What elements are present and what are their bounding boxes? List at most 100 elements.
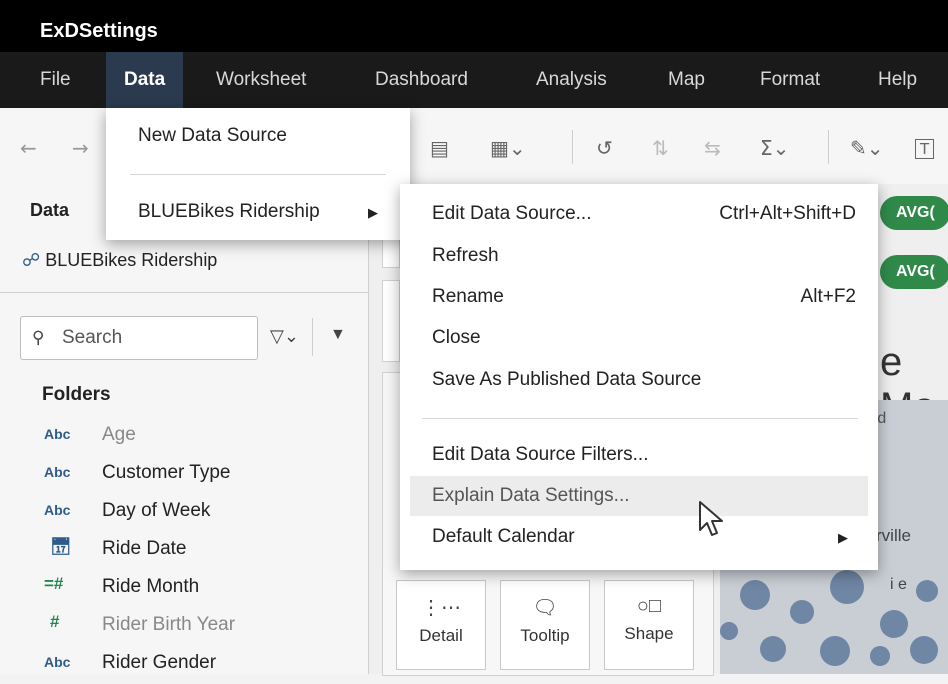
map-label: i e: [890, 576, 907, 593]
chevron-right-icon: ▶: [838, 530, 848, 545]
datasource-label: BLUEBikes Ridership: [45, 250, 218, 270]
folders-heading: Folders: [42, 384, 111, 405]
field-item[interactable]: Abc Customer Type: [0, 458, 368, 494]
shape-icon: ○□: [636, 595, 662, 617]
menu-item-label: Refresh: [432, 245, 499, 266]
tooltip-button[interactable]: 🗨︎ Tooltip: [500, 580, 590, 670]
menu-data[interactable]: Data: [106, 52, 184, 108]
menu-separator: [130, 174, 386, 175]
toolbar-divider: [572, 130, 573, 164]
string-type-icon: Abc: [44, 464, 71, 480]
calculated-number-icon: =#: [44, 574, 64, 593]
detail-label: Detail: [419, 626, 463, 645]
data-tab[interactable]: Data: [30, 200, 69, 221]
columns-pill[interactable]: AVG(: [880, 196, 948, 230]
field-name: Rider Gender: [102, 652, 217, 673]
field-name: Ride Date: [102, 538, 187, 559]
search-icon: ⚲: [32, 328, 45, 347]
filters-shelf: [382, 280, 400, 362]
new-worksheet-icon[interactable]: ▤: [430, 136, 449, 160]
default-calendar-item[interactable]: Default Calendar ▶: [400, 517, 878, 557]
text-label-icon[interactable]: T: [915, 139, 935, 159]
data-menu: New Data Source BLUEBikes Ridership ▶: [106, 108, 410, 240]
datasource-submenu: Edit Data Source... Ctrl+Alt+Shift+D Ref…: [400, 184, 878, 570]
menu-file[interactable]: File: [30, 52, 81, 108]
search-input[interactable]: [20, 316, 258, 360]
divider: [312, 318, 313, 356]
menu-analysis[interactable]: Analysis: [526, 52, 617, 108]
map-mark: [790, 600, 814, 624]
menu-separator: [422, 418, 858, 419]
calendar-icon: 📅︎: [50, 537, 72, 556]
map-mark: [870, 646, 890, 666]
menu-help[interactable]: Help: [868, 52, 927, 108]
search-placeholder: Search: [62, 327, 123, 348]
detail-icon: ⋮⋯: [421, 597, 461, 619]
shape-button[interactable]: ○□ Shape: [604, 580, 694, 670]
datasource-item[interactable]: ☍ BLUEBikes Ridership: [22, 250, 217, 271]
map-label: rville: [876, 526, 911, 545]
refresh-item[interactable]: Refresh: [400, 236, 878, 276]
menu-dashboard[interactable]: Dashboard: [365, 52, 478, 108]
datasource-icon: ☍: [22, 250, 41, 270]
string-type-icon: Abc: [44, 502, 71, 518]
totals-icon[interactable]: Σ⌄: [760, 136, 789, 160]
map-mark: [820, 636, 850, 666]
arrow-left-icon[interactable]: ←: [20, 136, 37, 160]
detail-button[interactable]: ⋮⋯ Detail: [396, 580, 486, 670]
divider: [0, 292, 368, 293]
field-item[interactable]: Abc Age: [0, 420, 368, 456]
map-mark: [720, 622, 738, 640]
tooltip-icon: 🗨︎: [532, 597, 558, 619]
menu-item-label: Default Calendar: [432, 526, 575, 547]
rename-item[interactable]: Rename Alt+F2: [400, 277, 878, 317]
menu-item-label: Edit Data Source Filters...: [432, 444, 649, 465]
field-item[interactable]: Abc Rider Gender: [0, 648, 368, 684]
string-type-icon: Abc: [44, 426, 71, 442]
menu-item-label: Close: [432, 327, 481, 348]
filter-icon[interactable]: ▽⌄: [270, 326, 299, 347]
field-name: Day of Week: [102, 500, 211, 521]
field-name: Rider Birth Year: [102, 614, 236, 635]
tooltip-label: Tooltip: [520, 626, 570, 645]
menu-worksheet[interactable]: Worksheet: [206, 52, 316, 108]
shortcut-label: Alt+F2: [800, 286, 856, 307]
app-title: ExDSettings: [40, 20, 158, 42]
highlight-icon[interactable]: ✎⌄: [850, 136, 884, 160]
bluebikes-ridership-item[interactable]: BLUEBikes Ridership ▶: [106, 192, 410, 232]
mouse-cursor-icon: [699, 501, 723, 536]
field-name: Age: [102, 424, 136, 445]
menu-item-label: Edit Data Source...: [432, 203, 592, 224]
swap-icon[interactable]: ↺: [596, 136, 613, 160]
shape-label: Shape: [624, 624, 674, 643]
shortcut-label: Ctrl+Alt+Shift+D: [719, 203, 856, 224]
new-data-source-item[interactable]: New Data Source: [106, 116, 410, 156]
close-item[interactable]: Close: [400, 318, 878, 358]
menu-map[interactable]: Map: [658, 52, 715, 108]
menu-format[interactable]: Format: [750, 52, 830, 108]
field-item[interactable]: =# Ride Month: [0, 572, 368, 608]
map-mark: [760, 636, 786, 662]
field-item[interactable]: 📅︎ Ride Date: [0, 534, 368, 570]
arrow-right-icon[interactable]: →: [72, 136, 89, 160]
sort-ascending-icon[interactable]: ⇅: [652, 136, 669, 160]
map-mark: [740, 580, 770, 610]
chevron-right-icon: ▶: [368, 205, 378, 220]
toolbar-divider: [828, 130, 829, 164]
edit-data-source-filters-item[interactable]: Edit Data Source Filters...: [400, 435, 878, 475]
number-type-icon: #: [50, 612, 60, 631]
menu-item-label: Explain Data Settings...: [432, 485, 630, 506]
save-as-published-item[interactable]: Save As Published Data Source: [400, 360, 878, 400]
map-mark: [830, 570, 864, 604]
edit-data-source-item[interactable]: Edit Data Source... Ctrl+Alt+Shift+D: [400, 194, 878, 234]
clear-sheet-icon[interactable]: ▦⌄: [490, 136, 526, 160]
map-mark: [880, 610, 908, 638]
field-item[interactable]: Abc Day of Week: [0, 496, 368, 532]
chevron-down-icon[interactable]: ▼: [330, 326, 346, 344]
map-mark: [916, 580, 938, 602]
explain-data-settings-item[interactable]: Explain Data Settings...: [410, 476, 868, 516]
sort-descending-icon[interactable]: ⇆: [704, 136, 721, 160]
field-item[interactable]: # Rider Birth Year: [0, 610, 368, 646]
map-mark: [910, 636, 938, 664]
rows-pill[interactable]: AVG(: [880, 255, 948, 289]
